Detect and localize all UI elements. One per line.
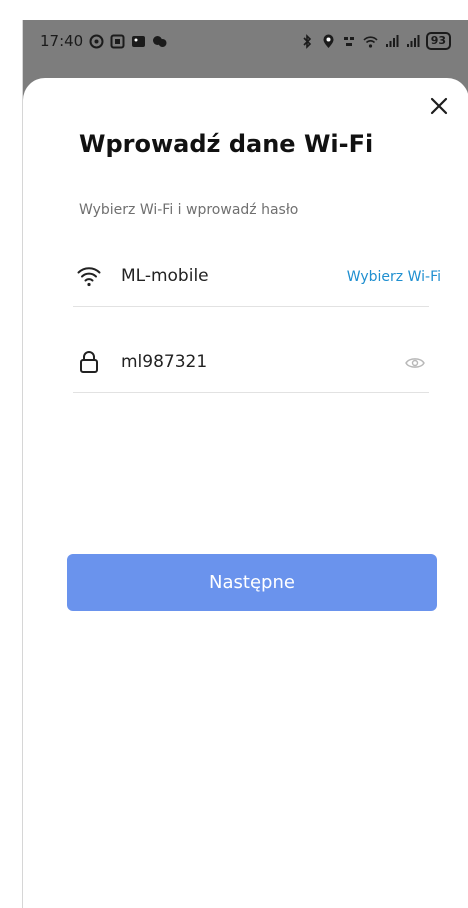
close-button[interactable] (425, 92, 453, 120)
eye-icon[interactable] (405, 356, 425, 370)
next-button-label: Następne (209, 572, 295, 593)
wifi-network-row[interactable]: ML-mobile Wybierz Wi-Fi (73, 242, 441, 307)
status-gallery-icon (131, 34, 146, 49)
status-chat-icon (152, 34, 167, 49)
wifi-name: ML-mobile (121, 266, 209, 286)
status-notification-icon (89, 34, 104, 49)
signal-5g-icon (384, 34, 399, 49)
location-icon (321, 34, 336, 49)
status-wifi-icon (363, 34, 378, 49)
phone-screen: 17:40 93 Wprowadź dane Wi-Fi Wybierz Wi-… (22, 20, 468, 908)
password-row: ml987321 (73, 328, 429, 393)
status-bar: 17:40 93 (23, 20, 468, 64)
signal-4g-icon (405, 34, 420, 49)
status-time: 17:40 (40, 32, 84, 50)
status-app-icon (110, 34, 125, 49)
bluetooth-icon (300, 33, 315, 49)
choose-wifi-link[interactable]: Wybierz Wi-Fi (347, 269, 441, 285)
next-button[interactable]: Następne (67, 554, 437, 611)
data-speed-icon (342, 34, 357, 49)
battery-indicator: 93 (425, 32, 451, 50)
status-right: 93 (300, 32, 451, 50)
password-field[interactable]: ml987321 (121, 352, 207, 372)
dialog-subtitle: Wybierz Wi-Fi i wprowadź hasło (79, 202, 299, 218)
wifi-icon (77, 267, 101, 287)
close-icon (430, 97, 448, 115)
status-left: 17:40 (40, 32, 167, 50)
lock-icon (80, 351, 98, 373)
wifi-dialog-sheet: Wprowadź dane Wi-Fi Wybierz Wi-Fi i wpro… (23, 78, 468, 908)
dialog-title: Wprowadź dane Wi-Fi (79, 130, 374, 158)
